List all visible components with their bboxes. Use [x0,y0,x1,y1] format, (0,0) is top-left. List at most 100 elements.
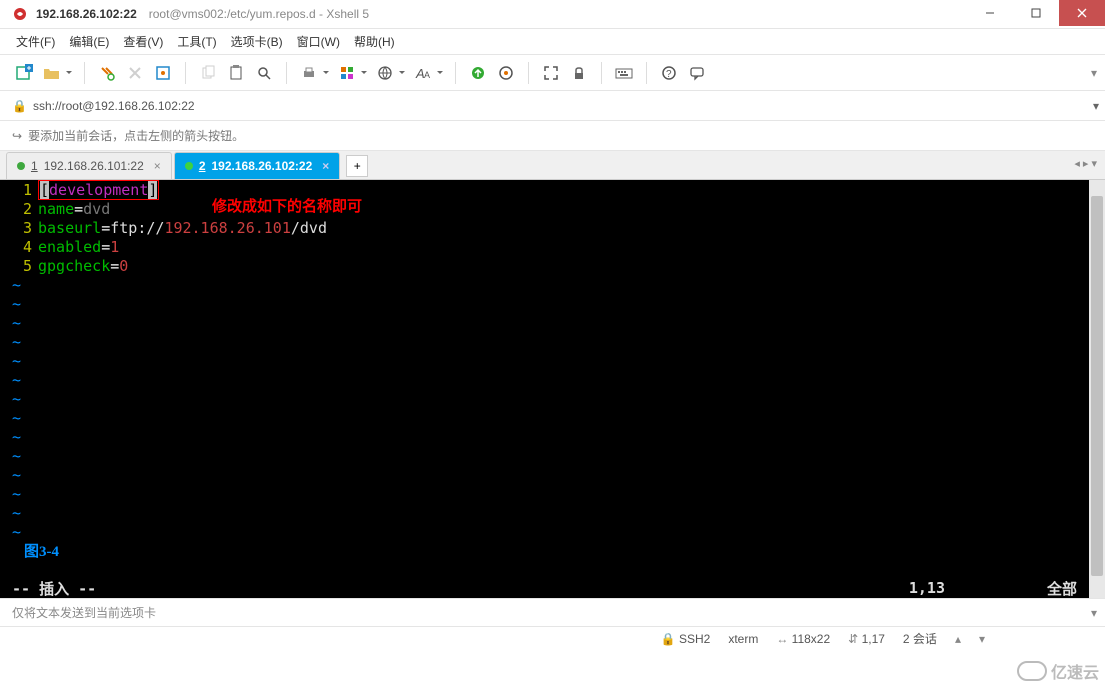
separator [646,62,647,84]
status-rowcol: 1,17 [862,632,885,646]
tab-session-1[interactable]: 1 192.168.26.101:22 × [6,152,172,179]
encoding-icon[interactable] [373,61,397,85]
separator [286,62,287,84]
vim-tilde: ~ [0,408,1105,427]
menu-file[interactable]: 文件(F) [16,33,55,50]
address-dropdown-icon[interactable]: ▾ [1087,99,1105,113]
vim-cursor-pos: 1,13 [909,579,945,597]
figure-label: 图3-4 [0,541,1105,560]
color-scheme-icon[interactable] [335,61,359,85]
highlighted-section-name: [development] [38,180,159,200]
minimize-button[interactable] [967,0,1013,26]
terminal-scrollbar[interactable] [1089,180,1105,598]
tab-add-button[interactable]: + [346,155,368,177]
annotation-text: 修改成如下的名称即可 [212,195,362,216]
status-sessions: 2 会话 [903,630,937,647]
tip-bar: ↪ 要添加当前会话，点击左侧的箭头按钮。 [0,121,1105,151]
menu-tabs[interactable]: 选项卡(B) [231,33,283,50]
vim-status-line: -- 插入 -- 1,13 全部 [0,578,1105,598]
menu-window[interactable]: 窗口(W) [297,33,340,50]
xftp-icon[interactable] [466,61,490,85]
status-bar: 🔒 SSH2 xterm ↔ 118x22 ⇵ 1,17 2 会话 ▴ ▾ [0,626,1105,650]
vim-tilde: ~ [0,294,1105,313]
tip-text: 要添加当前会话，点击左侧的箭头按钮。 [28,127,244,144]
tab-nav-icons[interactable]: ◂ ▸ ▾ [1074,157,1097,170]
tab-close-icon[interactable]: × [322,159,329,173]
copy-icon[interactable] [196,61,220,85]
app-icon [12,6,28,22]
reconnect-icon[interactable] [95,61,119,85]
scrollbar-thumb[interactable] [1091,196,1103,576]
toolbar: AA ? ▾ [0,55,1105,91]
vim-tilde: ~ [0,465,1105,484]
size-icon: ↔ [776,632,788,646]
tab-label: 192.168.26.101:22 [44,159,144,173]
separator [185,62,186,84]
tip-arrow-icon[interactable]: ↪ [12,129,22,143]
close-button[interactable] [1059,0,1105,26]
line-number: 4 [12,238,32,256]
nav-down-icon[interactable]: ▾ [979,632,985,646]
help-icon[interactable]: ? [657,61,681,85]
font-icon[interactable]: AA [411,61,435,85]
line-number: 2 [12,200,32,218]
menu-edit[interactable]: 编辑(E) [69,33,109,50]
rc-icon: ⇵ [848,632,858,646]
xagent-icon[interactable] [494,61,518,85]
vim-tilde: ~ [0,370,1105,389]
print-icon[interactable] [297,61,321,85]
vim-tilde: ~ [0,522,1105,541]
toolbar-overflow-icon[interactable]: ▾ [1091,66,1097,80]
vim-tilde: ~ [0,389,1105,408]
lock-small-icon: 🔒 [12,99,27,113]
status-term-type: xterm [728,632,758,646]
window-host-title: 192.168.26.102:22 [36,7,137,21]
vim-tilde: ~ [0,503,1105,522]
tab-number: 1 [31,159,38,173]
vim-scope: 全部 [1047,578,1077,599]
lock-status-icon: 🔒 [661,632,676,646]
menu-view[interactable]: 查看(V) [123,33,163,50]
tab-label: 192.168.26.102:22 [212,159,313,173]
properties-icon[interactable] [151,61,175,85]
window-path-title: root@vms002:/etc/yum.repos.d - Xshell 5 [149,7,369,21]
send-bar[interactable]: 仅将文本发送到当前选项卡 ▾ [0,598,1105,626]
status-size: 118x22 [792,632,830,646]
line-number: 3 [12,219,32,237]
vim-tilde: ~ [0,351,1105,370]
vim-mode: -- 插入 -- [12,578,96,599]
sendbar-dropdown-icon[interactable]: ▾ [1091,606,1097,620]
open-session-icon[interactable] [40,61,64,85]
tab-session-2[interactable]: 2 192.168.26.102:22 × [174,152,340,179]
nav-up-icon[interactable]: ▴ [955,632,961,646]
fullscreen-icon[interactable] [539,61,563,85]
window-controls [967,0,1105,26]
vim-tilde: ~ [0,275,1105,294]
tab-bar: 1 192.168.26.101:22 × 2 192.168.26.102:2… [0,151,1105,180]
chat-icon[interactable] [685,61,709,85]
separator [601,62,602,84]
terminal-view[interactable]: 1 [development] 修改成如下的名称即可 2 name=dvd 3 … [0,180,1105,598]
vim-tilde: ~ [0,484,1105,503]
watermark-text: 亿速云 [1051,659,1099,683]
tab-close-icon[interactable]: × [154,159,161,173]
separator [84,62,85,84]
keyboard-icon[interactable] [612,61,636,85]
address-input[interactable] [33,99,1087,113]
search-icon[interactable] [252,61,276,85]
maximize-button[interactable] [1013,0,1059,26]
tab-number: 2 [199,159,206,173]
vim-tilde: ~ [0,427,1105,446]
paste-icon[interactable] [224,61,248,85]
vim-tilde: ~ [0,332,1105,351]
svg-text:A: A [424,70,430,80]
menu-tools[interactable]: 工具(T) [177,33,216,50]
disconnect-icon[interactable] [123,61,147,85]
menu-help[interactable]: 帮助(H) [354,33,395,50]
lock-icon[interactable] [567,61,591,85]
svg-text:?: ? [666,69,672,80]
menu-bar: 文件(F) 编辑(E) 查看(V) 工具(T) 选项卡(B) 窗口(W) 帮助(… [0,29,1105,55]
new-session-icon[interactable] [12,61,36,85]
vim-tilde: ~ [0,313,1105,332]
watermark: 亿速云 [1017,659,1099,683]
